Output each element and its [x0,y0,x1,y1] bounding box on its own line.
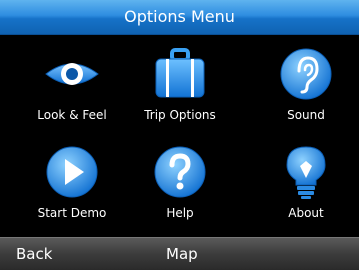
menu-item-trip-options[interactable]: Trip Options [125,34,235,130]
menu-item-look-and-feel[interactable]: Look & Feel [17,34,127,130]
back-button[interactable]: Back [16,238,52,270]
menu-item-label: Sound [287,108,325,122]
menu-item-about[interactable]: About [251,132,359,228]
menu-item-label: Trip Options [144,108,216,122]
ear-icon [276,46,336,102]
question-icon [150,144,210,200]
menu-item-help[interactable]: Help [125,132,235,228]
menu-item-label: Look & Feel [37,108,107,122]
page-title: Options Menu [0,0,359,35]
menu-item-label: Help [166,206,194,220]
menu-item-start-demo[interactable]: Start Demo [17,132,127,228]
play-icon [42,144,102,200]
suitcase-icon [150,46,210,102]
eye-icon [42,46,102,102]
menu-item-label: About [288,206,324,220]
lightbulb-icon [276,144,336,200]
menu-item-label: Start Demo [37,206,107,220]
menu-item-sound[interactable]: Sound [251,34,359,130]
screen: Options Menu Look & Feel Trip Options So… [0,0,359,270]
softkey-bar: Back Map [0,237,359,270]
options-grid: Look & Feel Trip Options Sound Start Dem… [0,34,359,236]
map-button[interactable]: Map [166,238,198,270]
